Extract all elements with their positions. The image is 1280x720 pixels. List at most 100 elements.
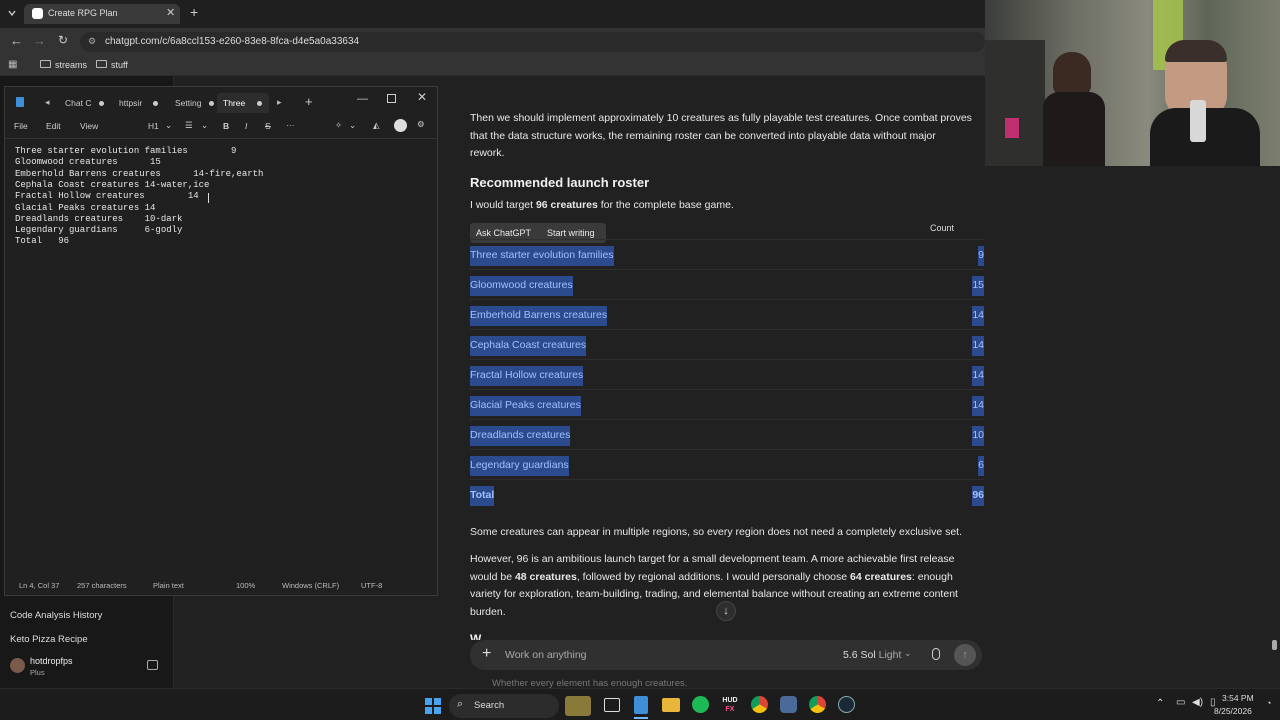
chevron-down-icon[interactable]: ⌄: [349, 120, 356, 131]
tabs-scroll-right-icon[interactable]: ▸: [277, 97, 282, 108]
notepad-line: Dreadlands creatures 10-dark: [15, 213, 183, 224]
back-icon[interactable]: ←: [10, 33, 23, 48]
unsaved-dot-icon[interactable]: [153, 101, 158, 106]
menu-view[interactable]: View: [80, 121, 98, 131]
maximize-icon[interactable]: [387, 94, 396, 103]
task-view-icon[interactable]: [604, 698, 620, 712]
close-tab-icon[interactable]: ✕: [166, 6, 175, 19]
tab-list-icon[interactable]: [6, 7, 18, 19]
text-cursor: [208, 193, 209, 203]
apps-grid-icon[interactable]: ▦: [8, 59, 17, 70]
heading-dropdown[interactable]: H1: [148, 121, 159, 131]
notification-bell-icon[interactable]: ◔: [1266, 698, 1271, 708]
notepad-text-area[interactable]: Three starter evolution families 9 Gloomw…: [15, 146, 433, 566]
open-sidebar-icon[interactable]: [147, 660, 158, 670]
chevron-down-icon[interactable]: ⌄: [904, 648, 912, 659]
volume-icon[interactable]: ◀): [1192, 697, 1203, 708]
new-tab-icon[interactable]: +: [305, 94, 313, 109]
microphone-icon[interactable]: [932, 648, 940, 660]
scroll-down-icon[interactable]: ↓: [716, 601, 736, 621]
table-row-label: Dreadlands creatures: [470, 426, 571, 446]
chrome-icon[interactable]: [751, 696, 768, 713]
unsaved-dot-icon[interactable]: [209, 101, 214, 106]
prompt-input[interactable]: Work on anything: [505, 649, 587, 661]
forward-icon[interactable]: →: [33, 33, 46, 48]
chevron-down-icon[interactable]: ⌄: [201, 120, 208, 131]
tabs-scroll-left-icon[interactable]: ◂: [45, 97, 50, 108]
chrome-profile-icon[interactable]: [809, 696, 826, 713]
avatar[interactable]: [10, 658, 25, 673]
chatgpt-favicon-icon: [32, 8, 43, 19]
search-highlight-icon[interactable]: [565, 696, 591, 716]
notepad-tab[interactable]: httpsir: [113, 93, 165, 113]
notepad-tab-label: Setting: [175, 98, 202, 108]
notepad-tab[interactable]: Three: [217, 93, 269, 113]
account-icon[interactable]: [394, 119, 407, 132]
browser-tab-active[interactable]: Create RPG Plan ✕: [24, 4, 180, 24]
notepad-line: Total 96: [15, 236, 70, 247]
reload-icon[interactable]: ↻: [58, 33, 68, 47]
start-writing-button[interactable]: Start writing: [547, 228, 595, 238]
para3-line-1: However, 96 is an ambitious launch targe…: [470, 553, 955, 565]
table-row-label: Total: [470, 486, 495, 506]
bookmark-streams[interactable]: streams: [55, 60, 87, 70]
site-info-icon[interactable]: ⚙: [88, 36, 96, 47]
steam-icon[interactable]: [838, 696, 855, 713]
strikethrough-icon[interactable]: S: [265, 121, 271, 131]
webcam-overlay: [985, 0, 1280, 166]
target-suffix: for the complete base game.: [597, 199, 734, 211]
notepad-tab[interactable]: Chat C: [59, 93, 111, 113]
menu-edit[interactable]: Edit: [46, 121, 61, 131]
settings-app-icon[interactable]: [780, 696, 797, 713]
webcam-hair: [1165, 40, 1227, 62]
windows-start-icon[interactable]: [425, 698, 441, 714]
table-row-count: 10: [972, 426, 984, 446]
chat-intro-line: rework.: [470, 147, 505, 159]
notepad-tab-label: Three: [223, 98, 246, 108]
folder-icon: [96, 60, 107, 68]
spotify-icon[interactable]: [692, 696, 709, 713]
italic-icon[interactable]: I: [245, 121, 247, 131]
menu-file[interactable]: File: [14, 121, 28, 131]
minimize-icon[interactable]: —: [357, 93, 368, 105]
notepad-taskbar-icon[interactable]: [634, 696, 648, 714]
model-mode: Light: [878, 649, 902, 661]
table-row-label: Fractal Hollow creatures: [470, 366, 584, 386]
sidebar-item-keto-pizza[interactable]: Keto Pizza Recipe: [10, 634, 88, 645]
copilot-icon[interactable]: ✧: [335, 120, 342, 131]
scrollbar-thumb[interactable]: [1272, 640, 1277, 650]
format-indicator[interactable]: Plain text: [153, 581, 184, 590]
more-icon[interactable]: ···: [286, 120, 295, 130]
list-icon[interactable]: ☰: [185, 120, 193, 131]
clock-date[interactable]: 8/25/2026: [1214, 706, 1252, 716]
search-label: Search: [474, 700, 505, 711]
model-selector[interactable]: 5.6 Sol Light: [843, 649, 901, 661]
notepad-line: Emberhold Barrens creatures 14-fire,eart…: [15, 168, 264, 179]
zoom-level[interactable]: 100%: [236, 581, 255, 590]
sidebar-item-code-analysis[interactable]: Code Analysis History: [10, 610, 102, 621]
unsaved-dot-icon[interactable]: [257, 101, 262, 106]
file-explorer-icon[interactable]: [662, 698, 680, 712]
table-row-label: Cephala Coast creatures: [470, 336, 587, 356]
clock-time[interactable]: 3:54 PM: [1222, 693, 1254, 703]
address-bar[interactable]: ⚙ chatgpt.com/c/6a8ccl153-e260-83e8-8fca…: [80, 32, 985, 52]
chevron-down-icon[interactable]: ⌄: [165, 120, 172, 131]
user-name[interactable]: hotdropfps: [30, 656, 73, 666]
new-tab-icon[interactable]: +: [190, 4, 198, 20]
bookmark-stuff[interactable]: stuff: [111, 60, 128, 70]
line-ending: Windows (CRLF): [282, 581, 340, 590]
gear-icon[interactable]: ⚙: [417, 119, 425, 130]
network-icon[interactable]: ▭: [1176, 697, 1185, 708]
announce-icon[interactable]: ◭: [373, 120, 380, 131]
notepad-tab-label: Chat C: [65, 98, 92, 108]
chevron-up-icon[interactable]: ⌃: [1156, 698, 1164, 709]
plus-icon[interactable]: +: [482, 645, 491, 663]
taskbar-search[interactable]: ⌕ Search: [449, 694, 559, 718]
ask-chatgpt-button[interactable]: Ask ChatGPT: [476, 228, 531, 238]
send-button[interactable]: ↑: [954, 644, 976, 666]
hudfx-icon[interactable]: HUD FX: [720, 696, 740, 714]
unsaved-dot-icon[interactable]: [99, 101, 104, 106]
bold-icon[interactable]: B: [223, 121, 229, 131]
notepad-tab[interactable]: Setting: [169, 93, 221, 113]
close-window-icon[interactable]: ✕: [417, 90, 427, 104]
